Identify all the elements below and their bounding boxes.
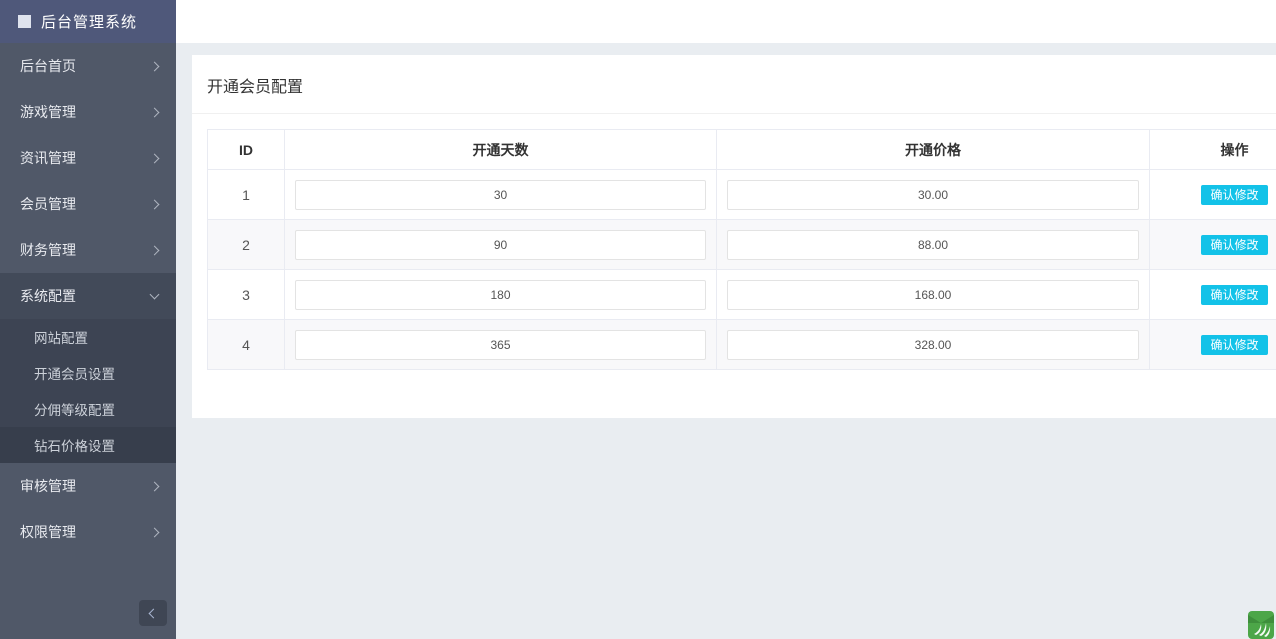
top-bar [176, 0, 1276, 43]
row-id: 3 [208, 270, 285, 320]
sidebar-subitem-member-settings[interactable]: 开通会员设置 [0, 355, 176, 391]
confirm-edit-button[interactable]: 确认修改 [1201, 185, 1267, 205]
price-input[interactable] [727, 330, 1139, 360]
sidebar-item-games[interactable]: 游戏管理 [0, 89, 176, 135]
chevron-right-icon [150, 245, 160, 255]
sidebar-subitem-diamond-price[interactable]: 钻石价格设置 [0, 427, 176, 463]
days-input[interactable] [295, 330, 706, 360]
chevron-left-icon [148, 608, 158, 618]
header-id: ID [208, 130, 285, 170]
sidebar-item-audit[interactable]: 审核管理 [0, 463, 176, 509]
chevron-right-icon [150, 61, 160, 71]
chevron-right-icon [150, 527, 160, 537]
days-input[interactable] [295, 230, 706, 260]
sidebar-collapse-button[interactable] [139, 600, 167, 626]
table-row: 4 确认修改 [208, 320, 1276, 370]
price-input[interactable] [727, 230, 1139, 260]
app-title: 后台管理系统 [41, 11, 137, 32]
app-logo-icon [18, 15, 31, 28]
price-input[interactable] [727, 180, 1139, 210]
admin-app: 后台管理系统 后台首页 游戏管理 资讯管理 会员管理 财务管理 [0, 0, 1276, 639]
sidebar-item-members[interactable]: 会员管理 [0, 181, 176, 227]
header-days: 开通天数 [285, 130, 717, 170]
days-input[interactable] [295, 180, 706, 210]
row-id: 1 [208, 170, 285, 220]
sidebar-item-permissions[interactable]: 权限管理 [0, 509, 176, 555]
main-area: 开通会员配置 ID 开通天数 开通价格 操作 [176, 0, 1276, 639]
sidebar: 后台管理系统 后台首页 游戏管理 资讯管理 会员管理 财务管理 [0, 0, 176, 639]
confirm-edit-button[interactable]: 确认修改 [1201, 335, 1267, 355]
chevron-right-icon [150, 199, 160, 209]
table-row: 1 确认修改 [208, 170, 1276, 220]
content-area: 开通会员配置 ID 开通天数 开通价格 操作 [176, 43, 1276, 639]
table-wrapper: ID 开通天数 开通价格 操作 1 确认修改 [207, 129, 1276, 418]
row-id: 4 [208, 320, 285, 370]
header-price: 开通价格 [717, 130, 1150, 170]
member-config-table: ID 开通天数 开通价格 操作 1 确认修改 [207, 129, 1276, 370]
sidebar-subitem-site-config[interactable]: 网站配置 [0, 319, 176, 355]
row-id: 2 [208, 220, 285, 270]
chevron-right-icon [150, 153, 160, 163]
system-config-submenu: 网站配置 开通会员设置 分佣等级配置 钻石价格设置 [0, 319, 176, 463]
sidebar-item-finance[interactable]: 财务管理 [0, 227, 176, 273]
days-input[interactable] [295, 280, 706, 310]
chevron-down-icon [150, 290, 160, 300]
page-title: 开通会员配置 [207, 73, 1261, 97]
member-config-card: 开通会员配置 ID 开通天数 开通价格 操作 [192, 55, 1276, 418]
sidebar-item-system-config[interactable]: 系统配置 [0, 273, 176, 319]
sidebar-header: 后台管理系统 [0, 0, 176, 43]
sidebar-subitem-commission-levels[interactable]: 分佣等级配置 [0, 391, 176, 427]
chevron-right-icon [150, 481, 160, 491]
sidebar-nav: 后台首页 游戏管理 资讯管理 会员管理 财务管理 系统配置 [0, 43, 176, 639]
table-row: 3 确认修改 [208, 270, 1276, 320]
card-header: 开通会员配置 [192, 55, 1276, 114]
green-plugin-icon[interactable] [1248, 611, 1274, 639]
price-input[interactable] [727, 280, 1139, 310]
confirm-edit-button[interactable]: 确认修改 [1201, 285, 1267, 305]
confirm-edit-button[interactable]: 确认修改 [1201, 235, 1267, 255]
table-row: 2 确认修改 [208, 220, 1276, 270]
sidebar-item-dashboard[interactable]: 后台首页 [0, 43, 176, 89]
chevron-right-icon [150, 107, 160, 117]
table-header-row: ID 开通天数 开通价格 操作 [208, 130, 1276, 170]
sidebar-item-news[interactable]: 资讯管理 [0, 135, 176, 181]
header-action: 操作 [1150, 130, 1276, 170]
